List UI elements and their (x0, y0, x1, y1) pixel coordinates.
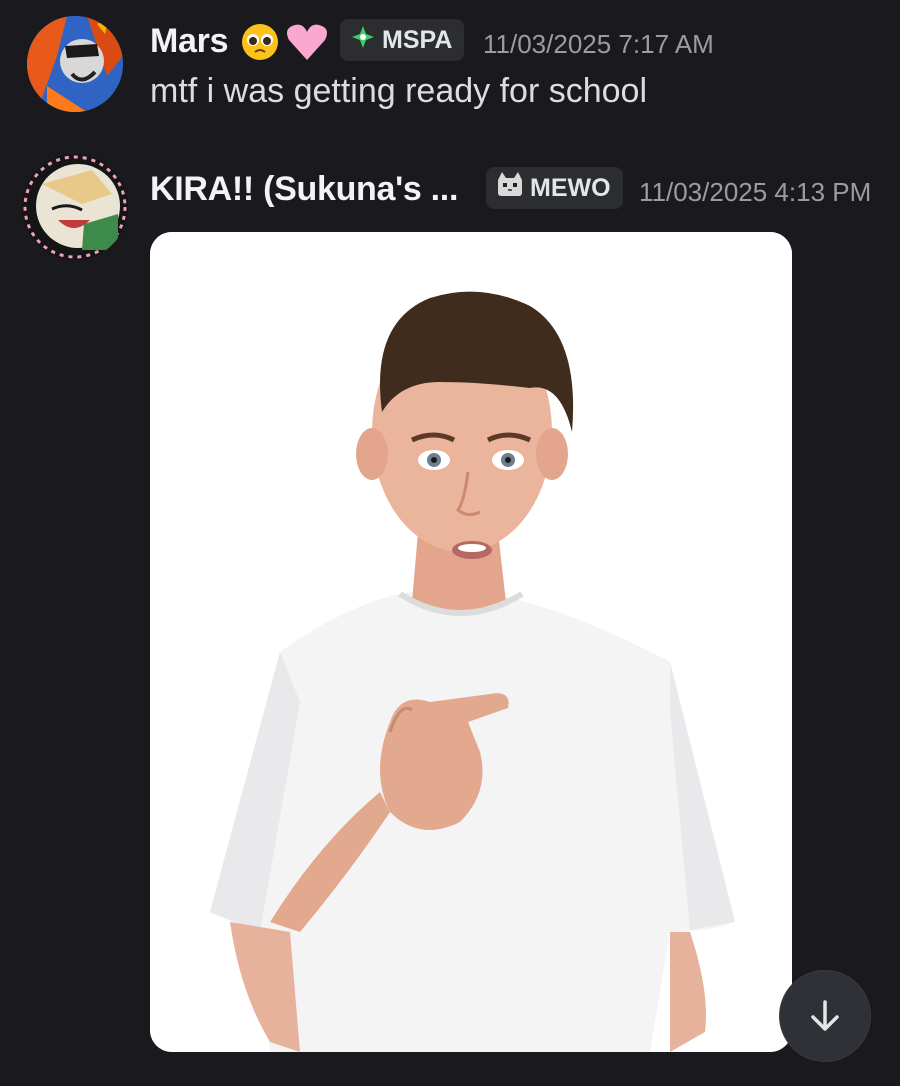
pink-heart-emoji (285, 22, 329, 67)
role-tag[interactable]: MEWO (486, 167, 623, 209)
avatar[interactable] (22, 154, 128, 260)
arrow-down-icon (811, 1000, 839, 1031)
role-tag-icon (350, 24, 376, 57)
timestamp: 11/03/2025 7:17 AM (483, 29, 714, 59)
author-name[interactable]: Mars (150, 22, 228, 61)
image-attachment[interactable] (150, 232, 792, 1052)
role-tag[interactable]: MSPA (340, 19, 465, 61)
author-name[interactable]: KIRA!! (Sukuna's ... (150, 170, 458, 209)
role-tag-label: MSPA (382, 25, 453, 54)
message-content: mtf i was getting ready for school (150, 72, 648, 110)
timestamp: 11/03/2025 4:13 PM (639, 177, 872, 207)
pleading-face-emoji (240, 22, 280, 67)
role-tag-label: MEWO (530, 173, 611, 202)
scroll-to-bottom-button[interactable] (779, 970, 871, 1062)
attachment-photo (150, 232, 792, 1052)
cat-icon (496, 171, 524, 205)
avatar[interactable] (27, 16, 123, 112)
